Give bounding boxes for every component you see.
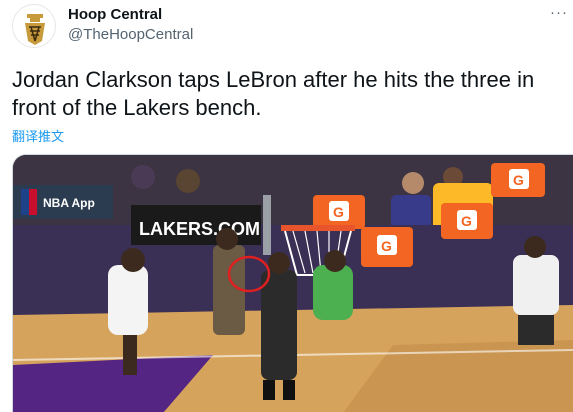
more-options-icon[interactable]: ··· — [550, 4, 568, 21]
tweet-media-video[interactable]: NBA App LAKERS.COM G G G G — [12, 154, 573, 412]
gatorade-cooler-4: G — [491, 163, 545, 197]
basketball-game-scene: NBA App LAKERS.COM G G G G — [13, 155, 573, 412]
gatorade-cooler-2: G — [361, 227, 413, 267]
svg-text:G: G — [333, 204, 344, 220]
svg-text:G: G — [513, 172, 524, 188]
gatorade-cooler-3: G — [441, 203, 493, 239]
translate-tweet-link[interactable]: 翻译推文 — [12, 126, 64, 145]
hoop-central-logo — [25, 14, 45, 45]
svg-text:G: G — [381, 238, 392, 254]
avatar[interactable] — [12, 4, 56, 48]
referee — [261, 252, 297, 400]
tweet-text: Jordan Clarkson taps LeBron after he hit… — [12, 67, 535, 120]
display-name[interactable]: Hoop Central — [68, 6, 162, 23]
svg-text:G: G — [461, 213, 472, 229]
gatorade-cooler-1: G — [313, 195, 365, 229]
user-handle[interactable]: @TheHoopCentral — [68, 26, 193, 43]
nba-app-logo: NBA App — [43, 196, 95, 210]
lakers-banner-text: LAKERS.COM — [139, 219, 260, 239]
